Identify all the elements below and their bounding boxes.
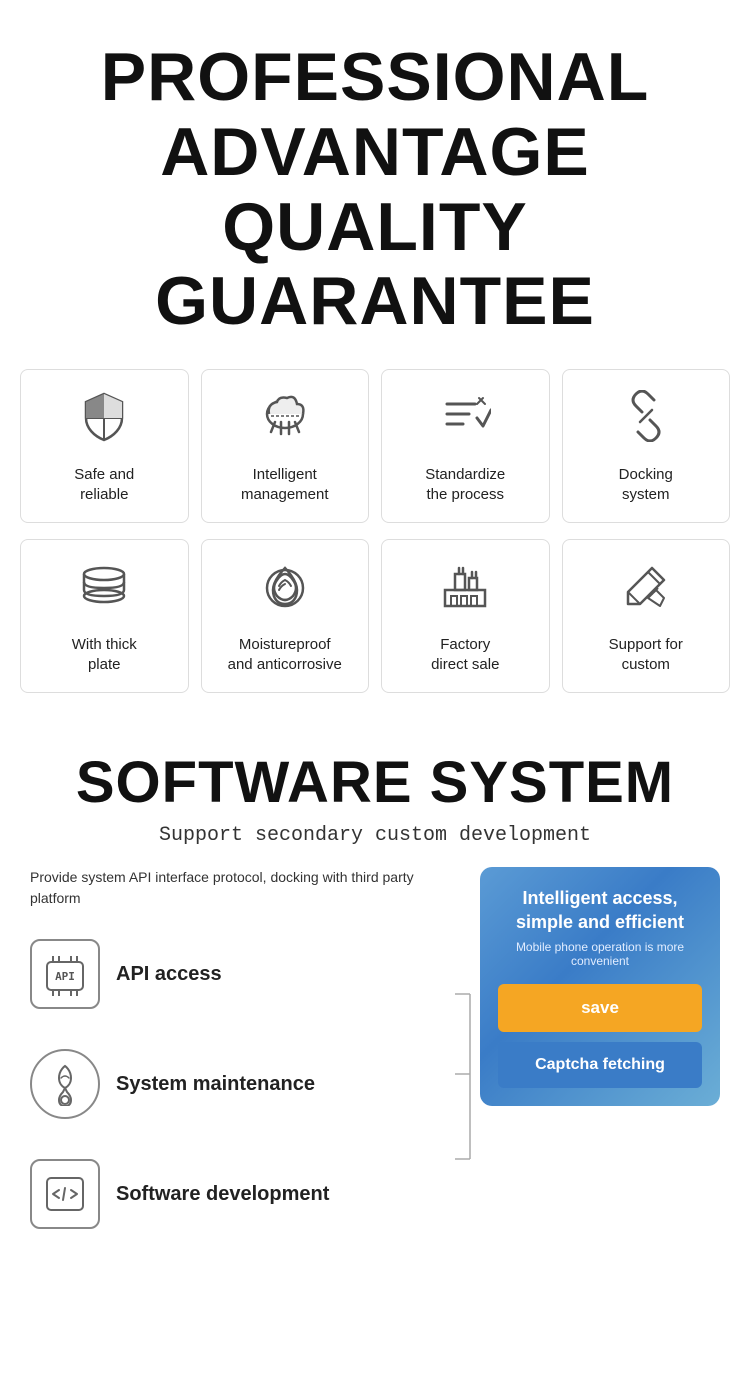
software-left: Provide system API interface protocol, d… [30, 867, 460, 1269]
software-right-panel: Intelligent access, simple and efficient… [480, 867, 720, 1106]
feature-thick-plate-label: With thickplate [72, 635, 137, 674]
cloud-icon [259, 390, 311, 451]
feature-support-custom: Support forcustom [562, 539, 731, 693]
captcha-button[interactable]: Captcha fetching [498, 1042, 702, 1088]
feature-thick-plate: With thickplate [20, 539, 189, 693]
software-subtitle: Support secondary custom development [30, 824, 720, 847]
software-description: Provide system API interface protocol, d… [30, 867, 460, 909]
factory-icon [439, 560, 491, 621]
development-label: Software development [116, 1181, 329, 1207]
features-row-2: With thickplate Moistureproofand anticor… [20, 539, 730, 693]
software-item-development: Software development [30, 1159, 460, 1229]
features-section: Safe andreliable Intelligentmanagement [0, 359, 750, 719]
feature-intelligent-management: Intelligentmanagement [201, 369, 370, 523]
feature-intelligent-label: Intelligentmanagement [241, 465, 329, 504]
panel-subtitle: Mobile phone operation is more convenien… [498, 940, 702, 968]
save-button[interactable]: save [498, 984, 702, 1032]
svg-text:API: API [55, 970, 75, 983]
panel-card: Intelligent access, simple and efficient… [480, 867, 720, 1106]
feature-safe-reliable-label: Safe andreliable [74, 465, 134, 504]
software-body: Provide system API interface protocol, d… [30, 867, 720, 1269]
header-section: PROFESSIONAL ADVANTAGE QUALITY GUARANTEE [0, 0, 750, 359]
feature-moistureproof-label: Moistureproofand anticorrosive [228, 635, 342, 674]
software-item-maintenance: System maintenance [30, 1049, 460, 1119]
pen-tool-icon [620, 560, 672, 621]
list-check-icon [439, 390, 491, 451]
software-item-api: API API access [30, 939, 460, 1009]
feature-docking-label: Dockingsystem [619, 465, 673, 504]
feature-factory-direct: Factorydirect sale [381, 539, 550, 693]
page-title: PROFESSIONAL ADVANTAGE QUALITY GUARANTEE [20, 40, 730, 339]
feature-factory-label: Factorydirect sale [431, 635, 499, 674]
feature-safe-reliable: Safe andreliable [20, 369, 189, 523]
software-title: SOFTWARE SYSTEM [30, 749, 720, 816]
maintenance-icon [30, 1049, 100, 1119]
code-icon [30, 1159, 100, 1229]
feature-standardize-label: Standardizethe process [425, 465, 505, 504]
features-row-1: Safe andreliable Intelligentmanagement [20, 369, 730, 523]
panel-title: Intelligent access, simple and efficient [498, 887, 702, 934]
api-access-label: API access [116, 961, 222, 987]
shield-icon [78, 390, 130, 451]
feature-standardize-process: Standardizethe process [381, 369, 550, 523]
droplet-icon [259, 560, 311, 621]
maintenance-label: System maintenance [116, 1071, 315, 1097]
software-section: SOFTWARE SYSTEM Support secondary custom… [0, 719, 750, 1289]
layers-icon [78, 560, 130, 621]
feature-support-custom-label: Support forcustom [609, 635, 683, 674]
feature-docking-system: Dockingsystem [562, 369, 731, 523]
feature-moistureproof: Moistureproofand anticorrosive [201, 539, 370, 693]
api-icon: API [30, 939, 100, 1009]
link-icon [620, 390, 672, 451]
